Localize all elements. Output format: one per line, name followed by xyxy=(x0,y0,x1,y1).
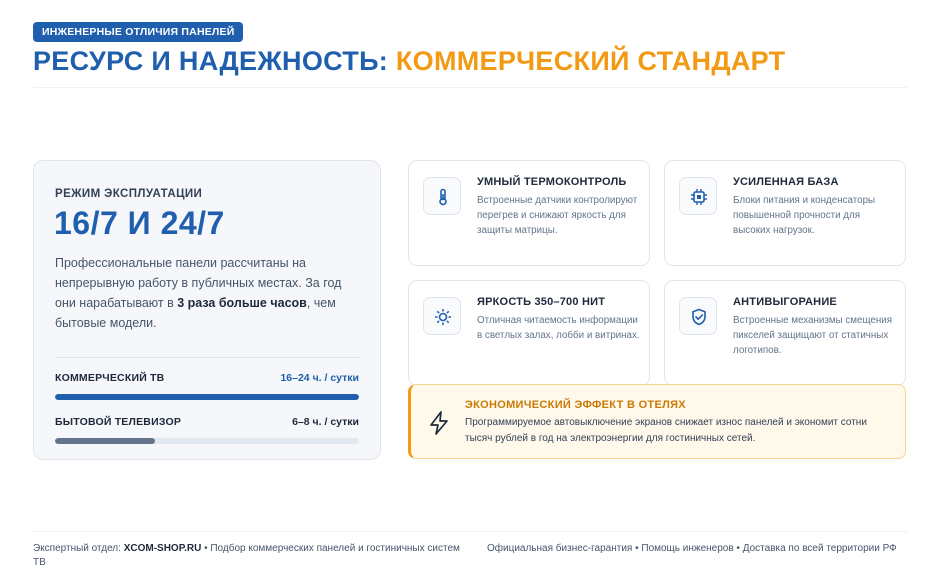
feature-description: Встроенные механизмы смещения пикселей з… xyxy=(733,315,893,356)
bar-track xyxy=(55,438,359,444)
page-title: РЕСУРС И НАДЕЖНОСТЬ: КОММЕРЧЕСКИЙ СТАНДА… xyxy=(33,46,785,77)
sun-icon xyxy=(423,297,461,335)
page-title-part1: РЕСУРС И НАДЕЖНОСТЬ: xyxy=(33,46,389,76)
bar-label: КОММЕРЧЕСКИЙ ТВ xyxy=(55,372,165,384)
feature-card-thermal: УМНЫЙ ТЕРМОКОНТРОЛЬ Встроенные датчики к… xyxy=(408,160,650,266)
footer-right: Официальная бизнес-гарантия • Помощь инж… xyxy=(487,543,897,554)
mode-description-highlight: 3 раза больше часов xyxy=(177,296,307,310)
lightning-icon xyxy=(428,411,450,440)
bar-track xyxy=(55,394,359,400)
feature-card-antiburn: АНТИВЫГОРАНИЕ Встроенные механизмы смеще… xyxy=(664,280,906,386)
feature-title: УСИЛЕННАЯ БАЗА xyxy=(733,176,839,188)
economic-effect-callout: ЭКОНОМИЧЕСКИЙ ЭФФЕКТ В ОТЕЛЯХ Программир… xyxy=(408,384,906,459)
bar-label: БЫТОВОЙ ТЕЛЕВИЗОР xyxy=(55,416,182,428)
feature-title: УМНЫЙ ТЕРМОКОНТРОЛЬ xyxy=(477,176,627,188)
feature-card-base: УСИЛЕННАЯ БАЗА Блоки питания и конденсат… xyxy=(664,160,906,266)
section-badge: ИНЖЕНЕРНЫЕ ОТЛИЧИЯ ПАНЕЛЕЙ xyxy=(33,22,244,42)
mode-label: РЕЖИМ ЭКСПЛУАТАЦИИ xyxy=(55,188,203,200)
feature-description: Встроенные датчики контролируют перегрев… xyxy=(477,195,638,236)
callout-title: ЭКОНОМИЧЕСКИЙ ЭФФЕКТ В ОТЕЛЯХ xyxy=(465,399,686,411)
cpu-icon xyxy=(679,177,717,215)
mode-description: Профессиональные панели рассчитаны на не… xyxy=(55,256,342,330)
card-divider xyxy=(55,357,359,358)
header-divider xyxy=(33,87,907,88)
thermometer-icon xyxy=(423,177,461,215)
feature-description: Отличная читаемость информации в светлых… xyxy=(477,315,640,341)
feature-card-brightness: ЯРКОСТЬ 350–700 НИТ Отличная читаемость … xyxy=(408,280,650,386)
feature-title: ЯРКОСТЬ 350–700 НИТ xyxy=(477,296,606,308)
bar-value: 16–24 ч. / сутки xyxy=(280,372,359,384)
shield-check-icon xyxy=(679,297,717,335)
footer-left: Экспертный отдел: XCOM-SHOP.RU • Подбор … xyxy=(33,543,460,568)
footer-divider xyxy=(33,531,907,532)
bar-fill xyxy=(55,438,156,444)
callout-description: Программируемое автовыключение экранов с… xyxy=(465,417,867,444)
mode-value: 16/7 И 24/7 xyxy=(54,205,225,241)
feature-description: Блоки питания и конденсаторы повышенной … xyxy=(733,195,876,236)
comparison-bar-consumer: БЫТОВОЙ ТЕЛЕВИЗОР 6–8 ч. / сутки xyxy=(55,416,359,446)
operation-mode-card: РЕЖИМ ЭКСПЛУАТАЦИИ 16/7 И 24/7 Профессио… xyxy=(33,160,381,460)
footer-site-link[interactable]: XCOM-SHOP.RU xyxy=(124,543,202,554)
feature-title: АНТИВЫГОРАНИЕ xyxy=(733,296,837,308)
bar-value: 6–8 ч. / сутки xyxy=(292,416,359,428)
page-title-part2: КОММЕРЧЕСКИЙ СТАНДАРТ xyxy=(395,46,786,76)
bar-fill xyxy=(55,394,359,400)
comparison-bar-commercial: КОММЕРЧЕСКИЙ ТВ 16–24 ч. / сутки xyxy=(55,372,359,402)
